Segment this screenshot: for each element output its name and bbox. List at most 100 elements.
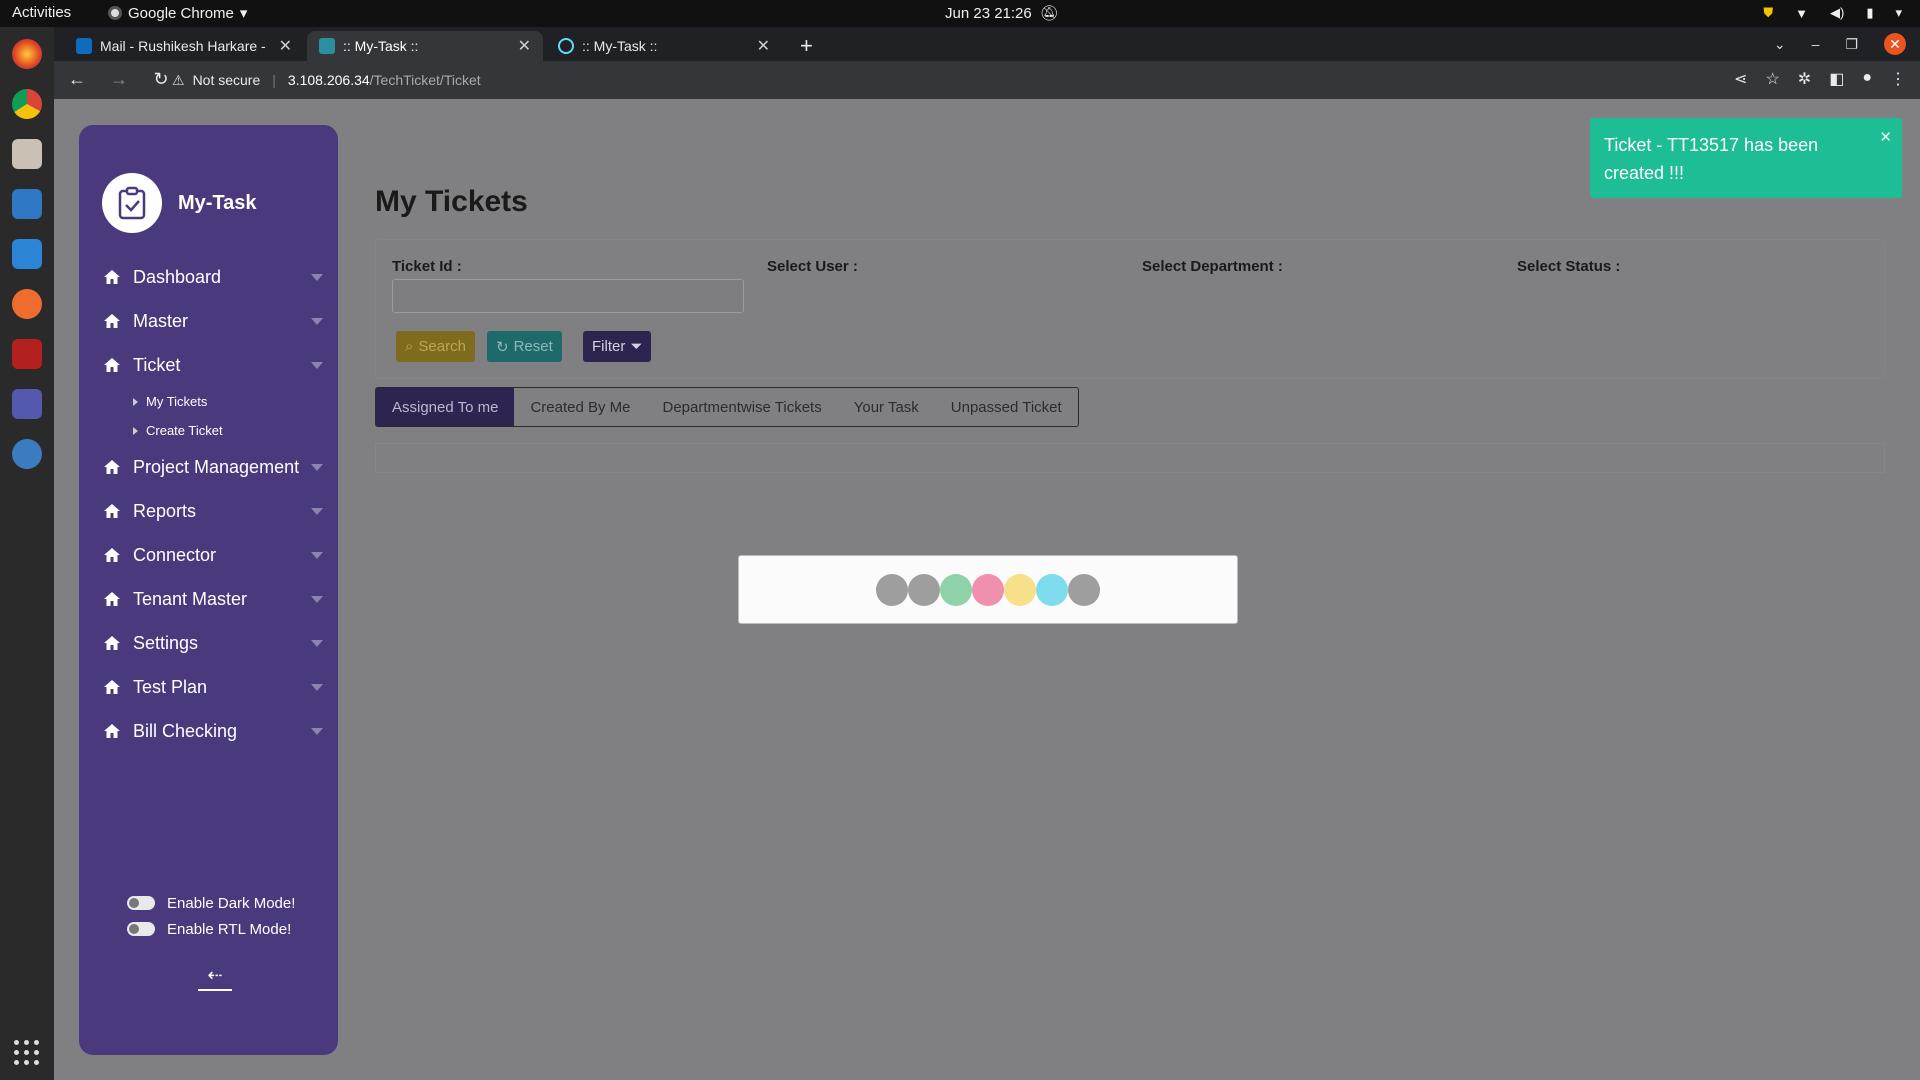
- menu-kebab-icon[interactable]: ⋮: [1890, 69, 1906, 89]
- page: My-Task Dashboard Master Ticket My Ticke…: [54, 99, 1920, 1080]
- sidebar-item-tenant-master[interactable]: Tenant Master: [103, 577, 323, 621]
- sidebar-item-reports[interactable]: Reports: [103, 489, 323, 533]
- tab-title: :: My-Task ::: [343, 38, 419, 54]
- minimize-icon[interactable]: –: [1812, 36, 1820, 52]
- reload-icon[interactable]: ↻: [150, 69, 172, 90]
- reset-button-label: Reset: [513, 338, 553, 355]
- toggle-switch[interactable]: [127, 922, 155, 936]
- toggle-label: Enable RTL Mode!: [167, 920, 292, 938]
- brand[interactable]: My-Task: [102, 173, 257, 233]
- filter-icon: ⏷: [630, 338, 643, 355]
- sidebar-item-test-plan[interactable]: Test Plan: [103, 665, 323, 709]
- sidebar-item-label: Bill Checking: [133, 720, 238, 741]
- sidebar-item-connector[interactable]: Connector: [103, 533, 323, 577]
- firefox-icon[interactable]: [12, 39, 42, 69]
- tab-created-by-me[interactable]: Created By Me: [514, 388, 646, 426]
- home-icon: [104, 460, 120, 474]
- submenu-item-my-tickets[interactable]: My Tickets: [133, 387, 323, 416]
- loader-dot: [876, 573, 908, 606]
- rtl-mode-toggle[interactable]: Enable RTL Mode!: [127, 916, 295, 942]
- new-tab-icon[interactable]: +: [800, 33, 813, 59]
- filter-button[interactable]: Filter ⏷: [583, 331, 652, 362]
- select-department-label: Select Department :: [1142, 258, 1283, 275]
- close-icon[interactable]: ✕: [1879, 128, 1892, 146]
- restore-icon[interactable]: ❐: [1845, 36, 1858, 53]
- app-menu[interactable]: Google Chrome ▾: [108, 4, 247, 22]
- writer-icon[interactable]: [12, 189, 42, 219]
- sidebar-item-dashboard[interactable]: Dashboard: [103, 255, 323, 299]
- files-icon[interactable]: [12, 139, 42, 169]
- share-icon[interactable]: ⋖: [1734, 69, 1747, 89]
- clock[interactable]: Jun 23 21:26 🔕︎: [945, 4, 1059, 23]
- profile-icon[interactable]: ●: [1862, 69, 1872, 89]
- home-icon: [104, 548, 120, 562]
- caret-down-icon: [311, 274, 323, 281]
- browser-tab-mail[interactable]: Mail - Rushikesh Harkare - ✕: [64, 31, 304, 61]
- warning-icon: ⚠: [172, 71, 185, 88]
- close-icon[interactable]: ✕: [518, 36, 531, 56]
- refresh-icon: ↻: [496, 338, 509, 356]
- tab-search-icon[interactable]: ⌄: [1774, 36, 1786, 53]
- react-favicon-icon: [558, 38, 574, 54]
- loading-spinner: [738, 555, 1238, 624]
- tab-assigned-to-me[interactable]: Assigned To me: [376, 388, 515, 426]
- tab-title: :: My-Task ::: [582, 38, 658, 54]
- bookmark-star-icon[interactable]: ☆: [1765, 69, 1779, 89]
- tab-unpassed-ticket[interactable]: Unpassed Ticket: [935, 388, 1078, 426]
- show-apps-icon[interactable]: [14, 1040, 40, 1066]
- browser-tab-mytask-active[interactable]: :: My-Task :: ✕: [307, 31, 543, 61]
- clipboard-check-icon: [102, 173, 162, 233]
- sidebar-item-ticket[interactable]: Ticket: [103, 343, 323, 387]
- sidebar-item-label: Dashboard: [133, 266, 222, 287]
- submenu-item-create-ticket[interactable]: Create Ticket: [133, 416, 323, 445]
- filter-button-label: Filter: [592, 338, 626, 355]
- tab-departmentwise-tickets[interactable]: Departmentwise Tickets: [647, 388, 838, 426]
- os-topbar: Activities Google Chrome ▾ Jun 23 21:26 …: [0, 0, 1920, 27]
- bell-muted-icon: 🔕︎: [1039, 5, 1059, 22]
- toggle-label: Enable Dark Mode!: [167, 894, 296, 912]
- browser-toolbar: ← → ↻ ⚠ Not secure | 3.108.206.34 /TechT…: [54, 61, 1920, 99]
- close-icon[interactable]: ✕: [279, 36, 292, 56]
- sidebar-item-bill-checking[interactable]: Bill Checking: [103, 709, 323, 753]
- toolbar-actions: ⋖ ☆ ✲ ◧ ● ⋮: [1734, 69, 1906, 89]
- back-icon[interactable]: ←: [66, 69, 88, 90]
- sidebar-item-settings[interactable]: Settings: [103, 621, 323, 665]
- wifi-icon: ▼: [1795, 5, 1808, 21]
- address-bar[interactable]: ⚠ Not secure | 3.108.206.34 /TechTicket/…: [172, 66, 481, 94]
- caret-down-icon: [311, 464, 323, 471]
- activities-button[interactable]: Activities: [12, 4, 71, 21]
- caret-right-icon: [133, 426, 138, 435]
- toggle-switch[interactable]: [127, 896, 155, 910]
- search-button[interactable]: ⌕ Search: [396, 331, 475, 362]
- caret-down-icon: [311, 596, 323, 603]
- sidebar-item-project-management[interactable]: Project Management: [103, 445, 323, 489]
- teams-icon[interactable]: [12, 389, 42, 419]
- close-window-icon[interactable]: ✕: [1884, 33, 1906, 55]
- browser-tab-mytask[interactable]: :: My-Task :: ✕: [546, 31, 782, 61]
- close-icon[interactable]: ✕: [757, 36, 770, 56]
- side-panel-icon[interactable]: ◧: [1829, 69, 1844, 89]
- ticket-id-input[interactable]: [392, 279, 744, 313]
- postman-icon[interactable]: [12, 289, 42, 319]
- system-tray[interactable]: ⛊ ▼ ◀) ▮ ▾: [1763, 5, 1902, 21]
- sidebar-item-label: Master: [133, 310, 189, 331]
- filezilla-icon[interactable]: [12, 339, 42, 369]
- dbeaver-icon[interactable]: [12, 439, 42, 469]
- tab-your-task[interactable]: Your Task: [838, 388, 935, 426]
- reset-button[interactable]: ↻ Reset: [487, 331, 562, 362]
- sidebar-menu: Dashboard Master Ticket My Tickets Creat…: [103, 255, 323, 753]
- sidebar-item-master[interactable]: Master: [103, 299, 323, 343]
- vscode-icon[interactable]: [12, 239, 42, 269]
- caret-down-icon: [311, 318, 323, 325]
- forward-icon[interactable]: →: [108, 69, 130, 90]
- sidebar-item-label: Reports: [133, 500, 197, 521]
- chrome-icon[interactable]: [12, 89, 42, 119]
- url-host: 3.108.206.34: [287, 72, 370, 88]
- extensions-icon[interactable]: ✲: [1798, 69, 1811, 89]
- nav-buttons: ← → ↻: [66, 69, 172, 90]
- home-icon: [104, 724, 120, 738]
- caret-down-icon: [311, 508, 323, 515]
- dark-mode-toggle[interactable]: Enable Dark Mode!: [127, 890, 295, 916]
- caret-right-icon: [133, 397, 138, 406]
- collapse-sidebar-button[interactable]: ⇠: [198, 965, 232, 991]
